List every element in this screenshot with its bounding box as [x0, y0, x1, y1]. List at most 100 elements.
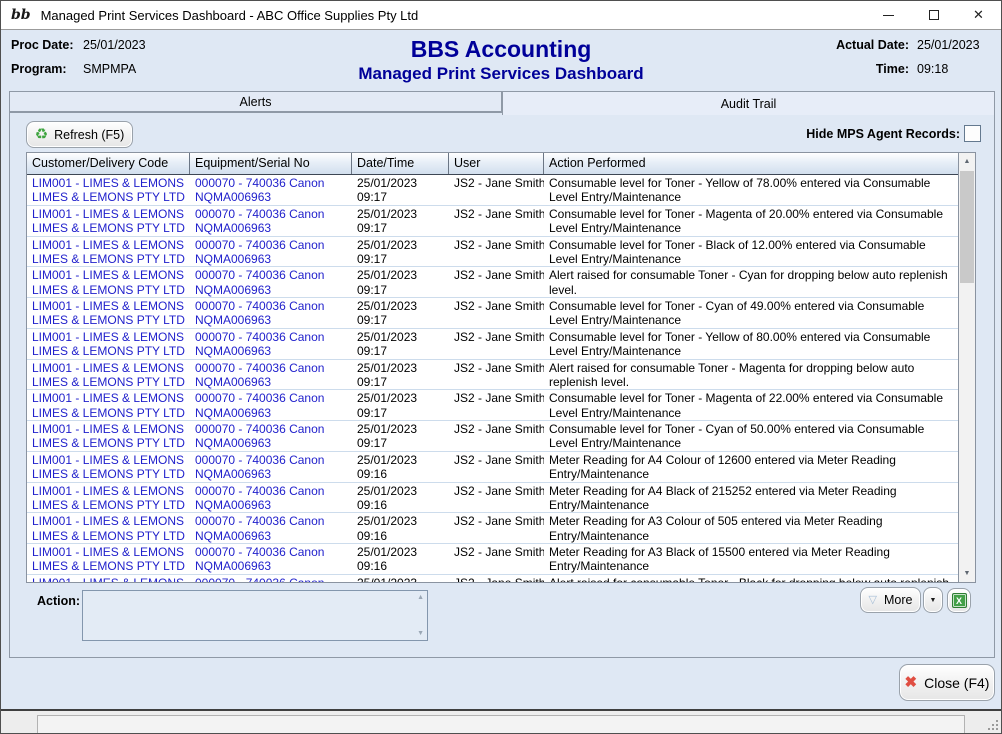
table-row[interactable]: LIM001 - LIMES & LEMONS LIMES & LEMONS P… [27, 421, 958, 452]
time-label: Time: [836, 62, 909, 76]
cell-customer: LIM001 - LIMES & LEMONS LIMES & LEMONS P… [27, 237, 190, 267]
cell-equipment: 000070 - 740036 Canon NQMA006963 [190, 513, 352, 543]
cell-equipment: 000070 - 740036 Canon NQMA006963 [190, 329, 352, 359]
column-header-datetime[interactable]: Date/Time [352, 153, 449, 174]
cell-equipment: 000070 - 740036 Canon NQMA006963 [190, 452, 352, 482]
close-x-icon: ✖ [905, 675, 918, 690]
table-row[interactable]: LIM001 - LIMES & LEMONS LIMES & LEMONS P… [27, 390, 958, 421]
column-header-user[interactable]: User [449, 153, 544, 174]
column-header-customer[interactable]: Customer/Delivery Code [27, 153, 190, 174]
hide-mps-checkbox[interactable] [964, 125, 981, 142]
column-header-equipment[interactable]: Equipment/Serial No [190, 153, 352, 174]
cell-user: JS2 - Jane Smith [449, 175, 544, 205]
resize-grip-icon[interactable] [988, 720, 998, 730]
cell-datetime: 25/01/2023 09:16 [352, 575, 449, 582]
close-button[interactable]: ✖ Close (F4) [899, 664, 995, 701]
cell-customer: LIM001 - LIMES & LEMONS LIMES & LEMONS P… [27, 329, 190, 359]
more-button[interactable]: ▽ More [860, 587, 921, 613]
table-header-row: Customer/Delivery Code Equipment/Serial … [27, 153, 958, 175]
actual-date-value: 25/01/2023 [917, 38, 991, 52]
close-window-button[interactable]: ✕ [956, 1, 1001, 29]
scroll-down-icon: ▼ [964, 570, 971, 577]
audit-table: Customer/Delivery Code Equipment/Serial … [26, 152, 976, 583]
tab-alerts[interactable]: Alerts [9, 91, 502, 112]
table-row[interactable]: LIM001 - LIMES & LEMONS LIMES & LEMONS P… [27, 452, 958, 483]
table-row[interactable]: LIM001 - LIMES & LEMONS LIMES & LEMONS P… [27, 360, 958, 391]
cell-equipment: 000070 - 740036 Canon NQMA006963 [190, 575, 352, 582]
cell-action: Alert raised for consumable Toner - Mage… [544, 360, 958, 390]
table-row[interactable]: LIM001 - LIMES & LEMONS LIMES & LEMONS P… [27, 329, 958, 360]
status-bar-inset [37, 715, 965, 734]
cell-datetime: 25/01/2023 09:17 [352, 360, 449, 390]
cell-datetime: 25/01/2023 09:16 [352, 452, 449, 482]
maximize-icon [929, 10, 939, 20]
cell-action: Meter Reading for A3 Colour of 505 enter… [544, 513, 958, 543]
cell-user: JS2 - Jane Smith [449, 237, 544, 267]
column-header-action[interactable]: Action Performed [544, 153, 958, 174]
cell-user: JS2 - Jane Smith [449, 544, 544, 574]
maximize-button[interactable] [911, 1, 956, 29]
cell-action: Meter Reading for A4 Black of 215252 ent… [544, 483, 958, 513]
window-title: Managed Print Services Dashboard - ABC O… [41, 8, 419, 23]
tab-audit-trail[interactable]: Audit Trail [502, 91, 995, 115]
window-controls: ✕ [866, 1, 1001, 29]
table-row[interactable]: LIM001 - LIMES & LEMONS LIMES & LEMONS P… [27, 237, 958, 268]
app-logo-icon: bb [11, 7, 31, 23]
scrollbar-thumb[interactable] [960, 171, 974, 283]
hide-mps-control: Hide MPS Agent Records: [806, 125, 981, 142]
action-scroll-up-icon[interactable]: ▲ [417, 594, 424, 601]
table-row[interactable]: LIM001 - LIMES & LEMONS LIMES & LEMONS P… [27, 298, 958, 329]
table-row[interactable]: LIM001 - LIMES & LEMONS LIMES & LEMONS P… [27, 575, 958, 582]
cell-equipment: 000070 - 740036 Canon NQMA006963 [190, 360, 352, 390]
cell-datetime: 25/01/2023 09:16 [352, 483, 449, 513]
actual-date-label: Actual Date: [836, 38, 909, 52]
tab-audit-trail-label: Audit Trail [721, 97, 777, 111]
tab-alerts-label: Alerts [240, 95, 272, 109]
table-row[interactable]: LIM001 - LIMES & LEMONS LIMES & LEMONS P… [27, 544, 958, 575]
scroll-up-icon: ▲ [964, 158, 971, 165]
status-bar [1, 709, 1001, 733]
refresh-button[interactable]: ♻ Refresh (F5) [26, 121, 133, 148]
cell-datetime: 25/01/2023 09:16 [352, 513, 449, 543]
cell-datetime: 25/01/2023 09:17 [352, 298, 449, 328]
cell-action: Consumable level for Toner - Magenta of … [544, 206, 958, 236]
audit-trail-panel: ♻ Refresh (F5) Hide MPS Agent Records: C… [9, 112, 995, 658]
cell-action: Consumable level for Toner - Cyan of 50.… [544, 421, 958, 451]
cell-action: Consumable level for Toner - Black of 12… [544, 237, 958, 267]
cell-customer: LIM001 - LIMES & LEMONS LIMES & LEMONS P… [27, 421, 190, 451]
cell-equipment: 000070 - 740036 Canon NQMA006963 [190, 298, 352, 328]
table-row[interactable]: LIM001 - LIMES & LEMONS LIMES & LEMONS P… [27, 175, 958, 206]
cell-action: Consumable level for Toner - Cyan of 49.… [544, 298, 958, 328]
cell-customer: LIM001 - LIMES & LEMONS LIMES & LEMONS P… [27, 206, 190, 236]
header: Proc Date: 25/01/2023 Program: SMPMPA BB… [1, 31, 1001, 90]
cell-user: JS2 - Jane Smith [449, 483, 544, 513]
table-row[interactable]: LIM001 - LIMES & LEMONS LIMES & LEMONS P… [27, 267, 958, 298]
cell-equipment: 000070 - 740036 Canon NQMA006963 [190, 390, 352, 420]
table-scrollbar[interactable]: ▲ ▼ [958, 153, 975, 582]
cell-equipment: 000070 - 740036 Canon NQMA006963 [190, 421, 352, 451]
cell-user: JS2 - Jane Smith [449, 575, 544, 582]
action-scroll-down-icon[interactable]: ▼ [417, 630, 424, 637]
table-body: LIM001 - LIMES & LEMONS LIMES & LEMONS P… [27, 175, 958, 582]
table-row[interactable]: LIM001 - LIMES & LEMONS LIMES & LEMONS P… [27, 483, 958, 514]
minimize-button[interactable] [866, 1, 911, 29]
cell-equipment: 000070 - 740036 Canon NQMA006963 [190, 544, 352, 574]
scroll-up-button[interactable]: ▲ [959, 153, 975, 170]
cell-datetime: 25/01/2023 09:16 [352, 544, 449, 574]
refresh-button-label: Refresh (F5) [54, 128, 124, 142]
cell-customer: LIM001 - LIMES & LEMONS LIMES & LEMONS P… [27, 298, 190, 328]
header-right: Actual Date: 25/01/2023 Time: 09:18 [836, 38, 991, 76]
cell-user: JS2 - Jane Smith [449, 298, 544, 328]
refresh-icon: ♻ [35, 127, 48, 142]
cell-datetime: 25/01/2023 09:17 [352, 175, 449, 205]
cell-user: JS2 - Jane Smith [449, 329, 544, 359]
table-row[interactable]: LIM001 - LIMES & LEMONS LIMES & LEMONS P… [27, 513, 958, 544]
action-field[interactable] [83, 591, 427, 640]
scroll-down-button[interactable]: ▼ [959, 565, 975, 582]
cell-action: Consumable level for Toner - Yellow of 7… [544, 175, 958, 205]
chevron-down-icon: ▽ [869, 595, 877, 606]
more-dropdown-button[interactable]: ▼ [923, 587, 943, 613]
export-excel-button[interactable]: X [947, 588, 971, 613]
cell-equipment: 000070 - 740036 Canon NQMA006963 [190, 175, 352, 205]
table-row[interactable]: LIM001 - LIMES & LEMONS LIMES & LEMONS P… [27, 206, 958, 237]
